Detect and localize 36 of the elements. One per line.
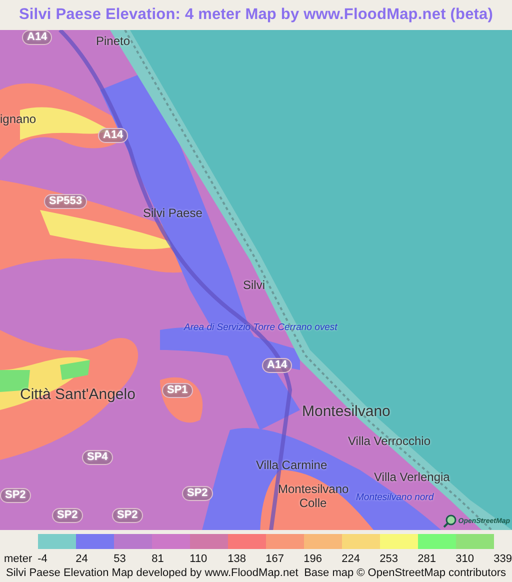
- road-label: SP2: [52, 508, 83, 524]
- place-label: Silvi: [243, 278, 266, 292]
- credit-text: Silvi Paese Elevation Map developed by www.FloodMap.net: [6, 567, 298, 580]
- place-label: Villa Verrocchio: [348, 434, 430, 448]
- legend-label: 224: [342, 553, 360, 566]
- legend-label: 281: [418, 553, 436, 566]
- road-label: A14: [262, 358, 292, 374]
- road-label: SP553: [44, 194, 88, 210]
- place-label: Città Sant'Angelo: [20, 386, 136, 404]
- legend-label: 310: [456, 553, 474, 566]
- legend-label: 53: [114, 553, 126, 566]
- legend-label: 196: [304, 553, 322, 566]
- road-label: SP2: [0, 488, 31, 504]
- legend-unit: meter: [3, 553, 34, 566]
- magnifier-icon: [443, 514, 458, 528]
- attribution-text: Base map © OpenStreetMap contributors: [304, 567, 506, 580]
- legend-label: 339: [494, 553, 512, 566]
- road-label: SP2: [182, 486, 213, 502]
- road-label: A14: [98, 128, 128, 144]
- road-label: SP1: [162, 383, 193, 398]
- road-label: A14: [22, 30, 52, 46]
- legend-label: 167: [266, 553, 284, 566]
- legend-label: 253: [380, 553, 398, 566]
- road-label: SP2: [112, 508, 143, 524]
- place-label: Villa Carmine: [256, 458, 328, 472]
- legend-label: 110: [190, 553, 208, 566]
- place-label: Silvi Paese: [143, 206, 202, 220]
- place-label: Pineto: [96, 34, 130, 48]
- legend-label: 81: [152, 553, 164, 566]
- road-label: SP4: [82, 450, 113, 466]
- place-label: Villa Verlengia: [374, 470, 450, 484]
- legend-label: 138: [228, 553, 246, 566]
- map-title: Silvi Paese Elevation: 4 meter Map by www.FloodMap.net (beta): [18, 5, 494, 25]
- place-label: ignano: [0, 112, 36, 126]
- legend-label: -4: [38, 553, 48, 566]
- legend-label: 24: [76, 553, 88, 566]
